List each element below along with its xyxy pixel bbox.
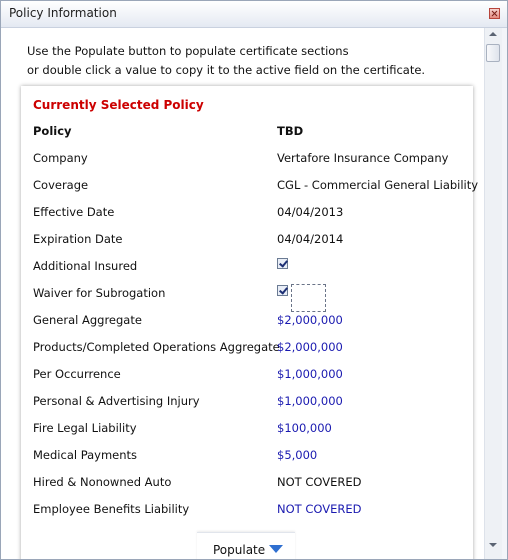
additional-insured-checkbox[interactable] bbox=[277, 258, 288, 269]
instructions-line-2: or double click a value to copy it to th… bbox=[27, 63, 426, 77]
row-general-aggregate: General Aggregate $2,000,000 bbox=[33, 311, 463, 331]
row-label: Company bbox=[33, 151, 88, 165]
scroll-down-arrow-icon[interactable] bbox=[489, 543, 497, 547]
instructions-line-1: Use the Populate button to populate cert… bbox=[27, 44, 349, 58]
row-value[interactable]: $1,000,000 bbox=[277, 367, 343, 381]
waiver-subrogation-checkbox[interactable] bbox=[277, 285, 288, 296]
policy-information-window: Policy Information Use the Populate butt… bbox=[0, 0, 508, 560]
row-per-occurrence: Per Occurrence $1,000,000 bbox=[33, 365, 463, 385]
policy-header-label: Policy bbox=[33, 124, 72, 138]
row-value[interactable]: NOT COVERED bbox=[277, 475, 361, 489]
row-label: Employee Benefits Liability bbox=[33, 502, 190, 516]
row-value[interactable]: $2,000,000 bbox=[277, 313, 343, 327]
section-heading: Currently Selected Policy bbox=[33, 98, 204, 112]
title-bar: Policy Information bbox=[1, 1, 507, 28]
policy-header-value[interactable]: TBD bbox=[277, 124, 303, 138]
row-medical-payments: Medical Payments $5,000 bbox=[33, 446, 463, 466]
row-products-completed-ops: Products/Completed Operations Aggregate … bbox=[33, 338, 463, 358]
row-company: Company Vertafore Insurance Company bbox=[33, 149, 463, 169]
row-label: Medical Payments bbox=[33, 448, 138, 462]
row-waiver-for-subrogation: Waiver for Subrogation bbox=[33, 284, 463, 312]
row-employee-benefits-liability: Employee Benefits Liability NOT COVERED bbox=[33, 500, 463, 520]
row-personal-advertising-injury: Personal & Advertising Injury $1,000,000 bbox=[33, 392, 463, 412]
content-area: Use the Populate button to populate cert… bbox=[1, 28, 484, 559]
chevron-down-icon[interactable] bbox=[269, 545, 283, 553]
row-label: Additional Insured bbox=[33, 259, 138, 273]
row-value[interactable]: 04/04/2014 bbox=[277, 232, 343, 246]
row-value[interactable]: $100,000 bbox=[277, 421, 332, 435]
row-coverage: Coverage CGL - Commercial General Liabil… bbox=[33, 176, 478, 196]
vertical-scrollbar[interactable] bbox=[484, 28, 502, 559]
row-expiration-date: Expiration Date 04/04/2014 bbox=[33, 230, 463, 250]
policy-header-row: Policy TBD bbox=[33, 122, 463, 142]
row-label: Personal & Advertising Injury bbox=[33, 394, 200, 408]
row-label: Coverage bbox=[33, 178, 89, 192]
row-label: Per Occurrence bbox=[33, 367, 121, 381]
row-value[interactable]: $1,000,000 bbox=[277, 394, 343, 408]
row-fire-legal-liability: Fire Legal Liability $100,000 bbox=[33, 419, 463, 439]
row-label: Effective Date bbox=[33, 205, 115, 219]
row-label: Hired & Nonowned Auto bbox=[33, 475, 172, 489]
row-label: Products/Completed Operations Aggregate bbox=[33, 340, 280, 354]
window-title: Policy Information bbox=[9, 6, 117, 20]
scroll-up-arrow-icon[interactable] bbox=[489, 32, 497, 36]
row-effective-date: Effective Date 04/04/2013 bbox=[33, 203, 463, 223]
populate-button[interactable]: Populate bbox=[197, 532, 295, 559]
row-value[interactable]: $2,000,000 bbox=[277, 340, 343, 354]
row-value[interactable]: $5,000 bbox=[277, 448, 317, 462]
row-hired-nonowned-auto: Hired & Nonowned Auto NOT COVERED bbox=[33, 473, 463, 493]
row-value[interactable]: 04/04/2013 bbox=[277, 205, 343, 219]
row-value[interactable]: Vertafore Insurance Company bbox=[277, 151, 448, 165]
populate-button-label: Populate bbox=[213, 543, 266, 557]
row-value[interactable]: NOT COVERED bbox=[277, 502, 361, 516]
row-additional-insured: Additional Insured bbox=[33, 257, 463, 277]
row-label: Expiration Date bbox=[33, 232, 123, 246]
close-icon[interactable] bbox=[489, 8, 500, 19]
instructions: Use the Populate button to populate cert… bbox=[27, 42, 425, 80]
active-field-box[interactable] bbox=[291, 284, 326, 312]
row-label: Waiver for Subrogation bbox=[33, 286, 166, 300]
row-label: General Aggregate bbox=[33, 313, 142, 327]
row-value[interactable]: CGL - Commercial General Liability bbox=[277, 178, 478, 192]
row-label: Fire Legal Liability bbox=[33, 421, 137, 435]
scrollbar-thumb[interactable] bbox=[486, 44, 500, 62]
policy-card: Currently Selected Policy Policy TBD Com… bbox=[21, 86, 478, 559]
